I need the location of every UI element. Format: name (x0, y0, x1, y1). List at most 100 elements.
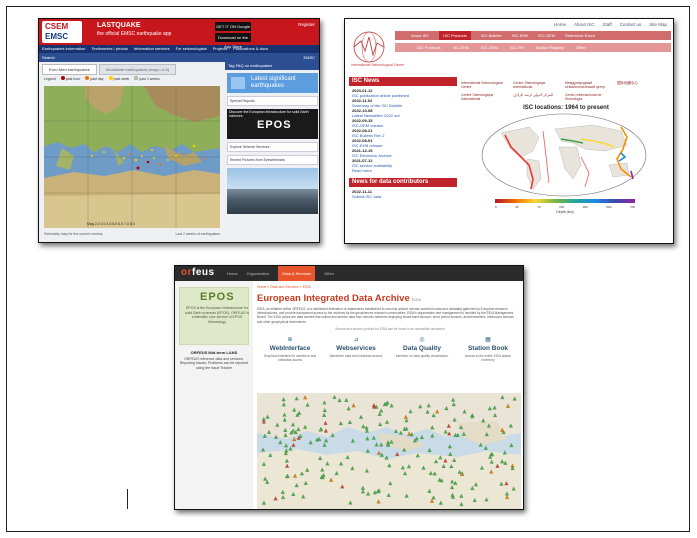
page-title-tag: EIDA (411, 297, 422, 302)
news-link[interactable]: Submit ISC data (352, 194, 454, 199)
news-read-more[interactable]: Read more (352, 168, 454, 173)
isc-content: ISC News 2023-01-12 ISC publication arti… (345, 77, 673, 243)
legend-text: past hour (65, 77, 81, 81)
page-title: European Integrated Data Archive EIDA (257, 293, 523, 304)
register-link[interactable]: Register (298, 22, 315, 28)
google-play-badge[interactable]: GET IT ON Google Play (215, 22, 251, 38)
isc-globe-logo-icon[interactable] (349, 29, 391, 65)
webinterface-card[interactable]: ⊕ WebInterface Graphical interface for w… (257, 337, 323, 362)
dot-icon (108, 76, 113, 80)
depth-ticks: 0 35 70 150 300 500 700 (495, 205, 635, 209)
partner-name: Centre Sismologique International (461, 93, 494, 101)
orfeus-main: Home » Data and Services » EIDA European… (257, 281, 523, 509)
epos-banner[interactable]: Discover the European infrastructure for… (227, 109, 318, 139)
isc-primary-menu: About ISC ISC Products ISC Bulletin ISC-… (395, 31, 671, 40)
access-policy-note[interactable]: Access and service policies for EIDA can… (257, 327, 523, 331)
emsc-logo[interactable]: CSEM EMSC (42, 21, 82, 43)
nav-organization[interactable]: Organization (247, 266, 270, 281)
globe-icon: ⊕ (287, 336, 293, 343)
nav-sitemap[interactable]: Site Map (649, 22, 667, 27)
submenu-item[interactable]: Other (576, 43, 586, 52)
mag-value: 3.0 (100, 222, 106, 226)
emsc-content: Euro-Med earthquakes Worldwide earthquak… (39, 62, 319, 242)
submenu-item[interactable]: ISC-GEM (481, 43, 498, 52)
menu-isc-products[interactable]: ISC Products (439, 31, 471, 40)
orfeus-eida-screenshot[interactable]: orfeus Home Organization Data & Services… (174, 265, 524, 510)
nav-data-services[interactable]: Data & Services (278, 266, 316, 281)
chart-icon: ⊿ (353, 336, 359, 343)
isc-global-seismicity-map[interactable] (481, 113, 647, 197)
eida-intro: EIDA, an initiative within ORFEUS, is a … (257, 307, 515, 324)
emsc-main-nav: Earthquakes information Testimonies / ph… (39, 45, 319, 53)
isc-header: International Seismological Centre Home … (345, 19, 673, 77)
nav-home[interactable]: Home (554, 22, 566, 27)
legend-label: Legend (44, 76, 56, 81)
station-map-graphic (257, 393, 521, 509)
data-quality-card[interactable]: ◎ Data Quality Interface for data qualit… (389, 337, 455, 362)
emsc-map-links: Seismicity map for the current century L… (44, 232, 220, 236)
mag-value: 2.0 (94, 222, 100, 226)
latest-earthquakes-banner[interactable]: Latest significant earthquakes (227, 73, 318, 93)
submenu-item[interactable]: ISC Products (417, 43, 441, 52)
tag-label[interactable]: Tag (228, 63, 234, 68)
search-link[interactable]: Search (42, 53, 55, 62)
menu-isc-ehb[interactable]: ISC-EHB (512, 31, 528, 40)
orfeus-logo-part1: or (181, 267, 192, 278)
nav-about[interactable]: About ISC (574, 22, 595, 27)
emsc-legend: Legend past hour past day past week past… (44, 76, 160, 81)
emsc-subbar: Search EMSC (39, 53, 319, 62)
eyewitness-photos-header: Recent Pictures from Eyewitnesses (227, 155, 318, 165)
special-reports-box[interactable]: Special Reports (227, 96, 318, 106)
emsc-sidebar: Tag FAQ on earthquakes Latest significan… (225, 62, 319, 242)
eida-station-map[interactable] (257, 393, 521, 509)
depth-tick: 0 (495, 205, 497, 209)
webservices-card[interactable]: ⊿ Webservices Waveform data and metadata… (323, 337, 389, 362)
nav-contact[interactable]: Contact us (620, 22, 642, 27)
station-book-card[interactable]: ▦ Station Book Access to the entire EIDA… (455, 337, 521, 362)
text-cursor (127, 489, 128, 509)
isc-website-screenshot[interactable]: International Seismological Centre Home … (344, 18, 674, 244)
menu-about-isc[interactable]: About ISC (411, 31, 429, 40)
emsc-website-screenshot[interactable]: CSEM EMSC LASTQUAKE the official EMSC ea… (38, 18, 320, 243)
mag-value: 8.0 (129, 222, 135, 226)
app-store-badge[interactable]: Download on the App Store (215, 33, 251, 49)
isc-logo-text: International Seismological Centre (351, 63, 405, 67)
orfeus-sidebar: EPOS EPOS is the European Infrastructure… (175, 281, 253, 509)
euro-med-seismicity-map[interactable] (44, 86, 220, 228)
epos-logo: EPOS (200, 291, 235, 303)
nav-seismologists[interactable]: For seismologists (176, 45, 207, 53)
nav-home[interactable]: Home (227, 266, 238, 281)
submenu-item[interactable]: ISC-EHB (453, 43, 469, 52)
eyewitness-photo[interactable] (227, 168, 318, 214)
mag-label: Mag (87, 222, 94, 226)
menu-isc-gem[interactable]: ISC-GEM (538, 31, 555, 40)
epos-card[interactable]: EPOS EPOS is the European Infrastructure… (179, 287, 249, 345)
tab-euro-med[interactable]: Euro-Med earthquakes (42, 64, 97, 75)
submenu-item[interactable]: ISC-FM (510, 43, 524, 52)
nav-staff[interactable]: Staff (603, 22, 612, 27)
last-2-weeks-link[interactable]: Last 2 weeks of earthquakes (175, 232, 220, 236)
partner-name: المركز الدولي لرصد الزلازل (513, 93, 554, 97)
tab-worldwide[interactable]: Worldwide earthquakes (mag>=4.5) (98, 64, 177, 75)
nav-earthquakes[interactable]: Earthquakes information (42, 45, 85, 53)
faq-link[interactable]: FAQ on earthquakes (236, 63, 273, 68)
breadcrumb[interactable]: Home » Data and Services » EIDA (257, 285, 523, 289)
emsc-sub-right: EMSC (303, 55, 315, 60)
mag-value: 6.0 (118, 222, 124, 226)
nav-testimonies[interactable]: Testimonies / photos (91, 45, 127, 53)
explore-services-link[interactable]: Explore Seismic Services (227, 142, 318, 152)
dot-icon (134, 76, 139, 80)
isc-news-title: ISC News (349, 77, 457, 86)
depth-label: Depth (km) (556, 210, 574, 214)
nav-information-services[interactable]: Information services (134, 45, 170, 53)
eida-service-cards: ⊕ WebInterface Graphical interface for w… (257, 337, 523, 362)
century-map-link[interactable]: Seismicity map for the current century (44, 232, 103, 236)
lastquake-title: LASTQUAKE (97, 22, 141, 29)
lastquake-promo[interactable]: LASTQUAKE the official EMSC earthquake a… (97, 22, 171, 38)
menu-reference-event[interactable]: Reference Event (565, 31, 595, 40)
submenu-item[interactable]: Station Registry (536, 43, 564, 52)
nav-other[interactable]: Other (324, 266, 334, 281)
orfeus-logo[interactable]: orfeus (181, 267, 215, 278)
isc-top-nav: Home About ISC Staff Contact us Site Map (554, 22, 667, 27)
menu-isc-bulletin[interactable]: ISC Bulletin (481, 31, 502, 40)
